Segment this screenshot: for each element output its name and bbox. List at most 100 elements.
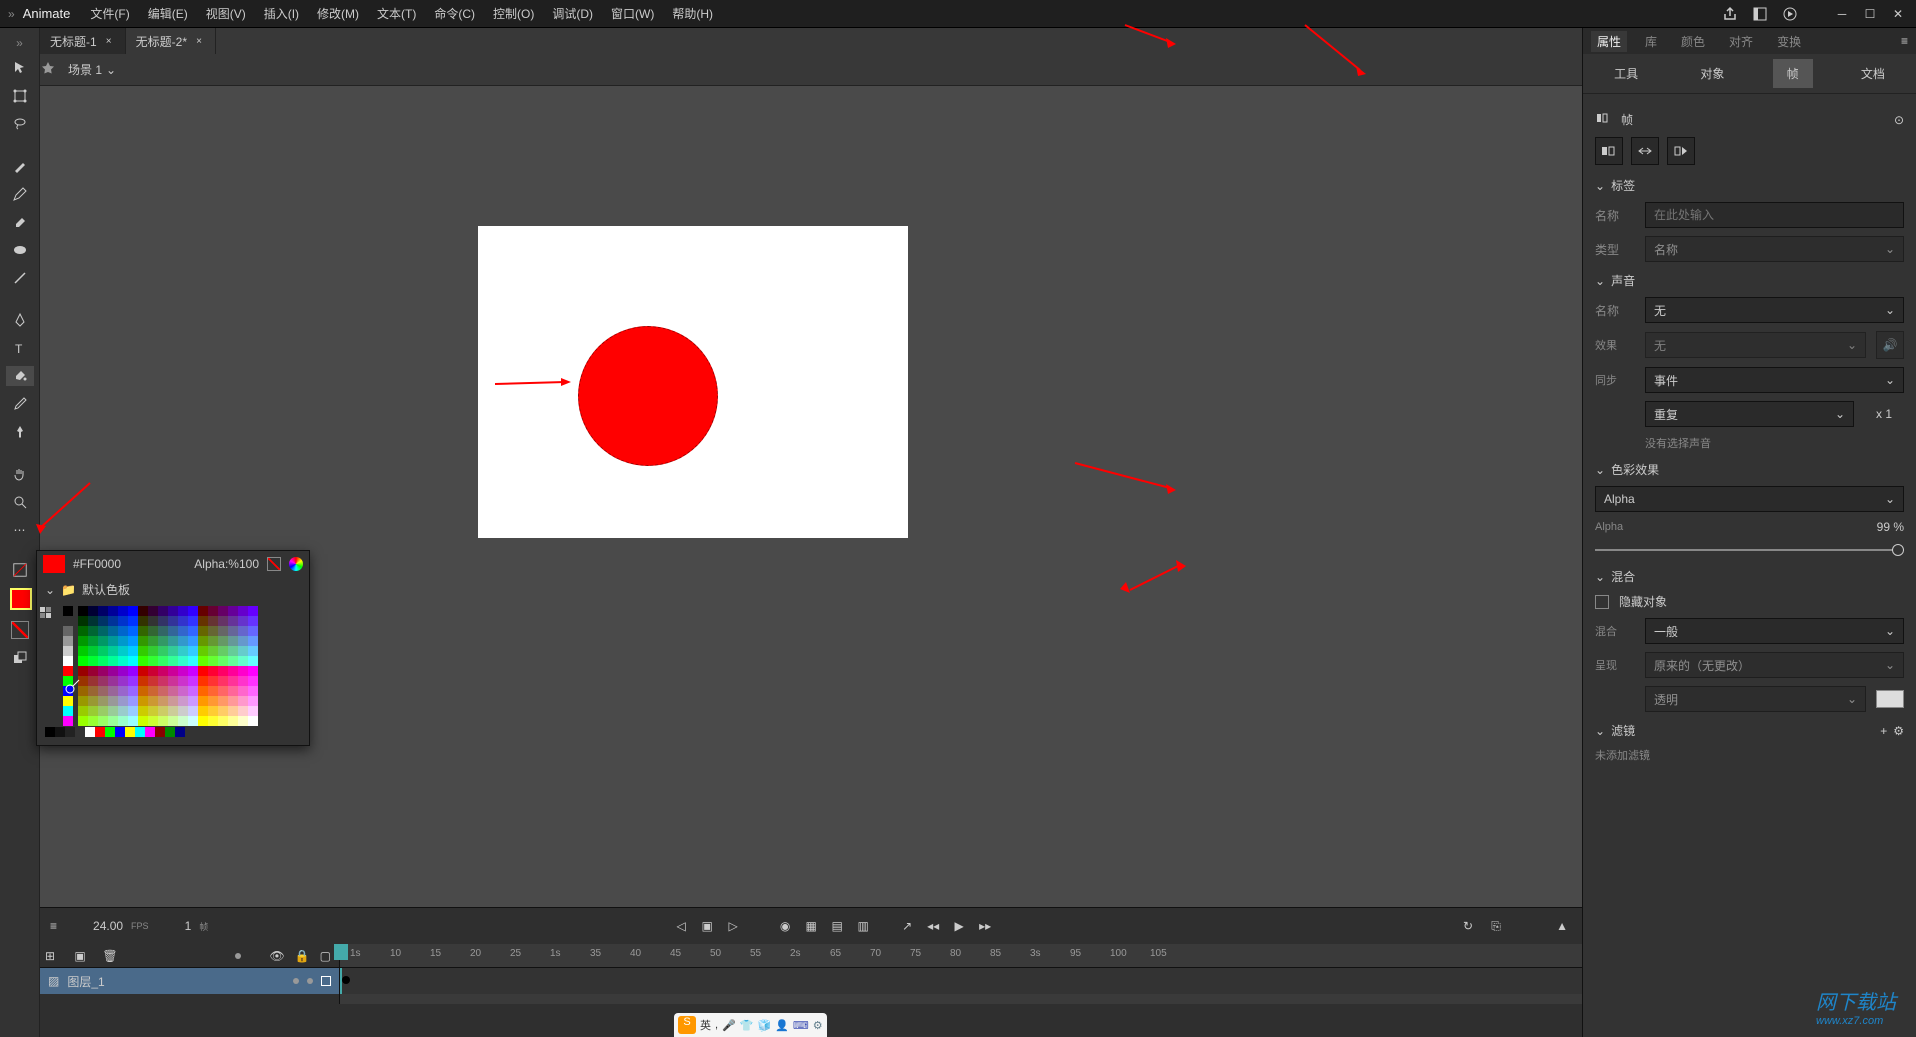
menu-control[interactable]: 控制(O) — [489, 3, 538, 24]
fps-value[interactable]: 24.00 — [93, 919, 123, 933]
more-tools[interactable]: ⋯ — [6, 520, 34, 540]
center-frame-icon[interactable]: ▥ — [853, 916, 873, 936]
hand-tool[interactable] — [6, 464, 34, 484]
tween-icon2[interactable] — [1631, 137, 1659, 165]
sound-repeat-select[interactable]: 重复⌄ — [1645, 401, 1854, 427]
zoom-timeline-icon[interactable]: ▲ — [1552, 916, 1572, 936]
menu-view[interactable]: 视图(V) — [202, 3, 250, 24]
subtab-frame[interactable]: 帧 — [1773, 59, 1813, 88]
panel-tab-align[interactable]: 对齐 — [1723, 31, 1759, 52]
goto-last-icon[interactable]: ▷ — [723, 916, 743, 936]
add-layer-icon[interactable]: ⊞ — [40, 946, 60, 966]
sound-sync-select[interactable]: 事件⌄ — [1645, 367, 1904, 393]
menu-debug[interactable]: 调试(D) — [548, 3, 597, 24]
hide-object-checkbox[interactable] — [1595, 595, 1609, 609]
chevron-down-icon[interactable]: ⌄ — [45, 583, 55, 597]
ime-acc-icon[interactable]: 👤 — [775, 1019, 789, 1032]
share-icon[interactable] — [1722, 6, 1738, 22]
lock-header-icon[interactable]: 🔒 — [295, 949, 310, 963]
panel-menu-icon[interactable]: ≡ — [1901, 34, 1908, 48]
panel-tab-transform[interactable]: 变换 — [1771, 31, 1807, 52]
panel-tab-library[interactable]: 库 — [1639, 31, 1663, 52]
selection-tool[interactable] — [6, 58, 34, 78]
highlight-dot[interactable] — [235, 953, 241, 959]
menu-edit[interactable]: 编辑(E) — [144, 3, 192, 24]
workspace-icon[interactable] — [1752, 6, 1768, 22]
panel-tab-properties[interactable]: 属性 — [1591, 31, 1627, 52]
visibility-dot[interactable] — [293, 978, 299, 984]
repeat-count[interactable]: x 1 — [1864, 407, 1904, 421]
pin-tool[interactable] — [6, 422, 34, 442]
outline-header-icon[interactable]: ▢ — [320, 949, 331, 963]
tween-icon3[interactable] — [1667, 137, 1695, 165]
color-wheel-icon[interactable] — [289, 557, 303, 571]
transparent-select[interactable]: 透明⌄ — [1645, 686, 1866, 712]
section-filter[interactable]: ⌄滤镜 + ⚙ — [1595, 722, 1904, 739]
color-effect-select[interactable]: Alpha⌄ — [1595, 486, 1904, 512]
menu-insert[interactable]: 插入(I) — [260, 3, 303, 24]
brush-tool[interactable] — [6, 156, 34, 176]
ime-skin-icon[interactable]: 👕 — [740, 1019, 754, 1032]
tab-doc2[interactable]: 无标题-2*× — [126, 28, 216, 54]
free-transform-tool[interactable] — [6, 86, 34, 106]
menu-commands[interactable]: 命令(C) — [430, 3, 479, 24]
render-select[interactable]: 原来的（无更改）⌄ — [1645, 652, 1904, 678]
blend-mode-select[interactable]: 一般⌄ — [1645, 618, 1904, 644]
goto-first-icon[interactable]: ◁ — [671, 916, 691, 936]
add-folder-icon[interactable]: ▣ — [70, 946, 90, 966]
keyframe[interactable] — [342, 976, 350, 984]
section-label[interactable]: ⌄标签 — [1595, 177, 1904, 194]
menu-text[interactable]: 文本(T) — [373, 3, 420, 24]
tween-icon1[interactable] — [1595, 137, 1623, 165]
ime-lang[interactable]: 英 — [700, 1017, 711, 1033]
help-icon[interactable]: ⊙ — [1894, 113, 1904, 127]
text-tool[interactable]: T — [6, 338, 34, 358]
swatch-folder-name[interactable]: 默认色板 — [82, 581, 130, 598]
layer-row[interactable]: ▨ 图层_1 — [40, 968, 339, 994]
menu-window[interactable]: 窗口(W) — [607, 3, 658, 24]
play-icon[interactable] — [1782, 6, 1798, 22]
section-blend[interactable]: ⌄混合 — [1595, 568, 1904, 585]
no-color[interactable] — [6, 620, 34, 640]
edit-multiple-icon[interactable]: ▦ — [801, 916, 821, 936]
stroke-color[interactable] — [6, 560, 34, 580]
scene-label[interactable]: 场景 1 — [68, 61, 102, 78]
layer-track[interactable] — [340, 968, 1582, 994]
collapse-icon[interactable]: » — [8, 7, 15, 21]
play-button[interactable]: ▶ — [949, 916, 969, 936]
subtab-tool[interactable]: 工具 — [1600, 59, 1652, 88]
zoom-tool[interactable] — [6, 492, 34, 512]
filter-options-icon[interactable]: ⚙ — [1893, 724, 1904, 738]
insert-keyframe-icon[interactable]: ▣ — [697, 916, 717, 936]
close-icon[interactable]: × — [193, 35, 205, 47]
timeline-ruler[interactable]: 1s101520251s35404550552s65707580853s9510… — [340, 944, 1582, 1004]
export-icon[interactable]: ↗ — [897, 916, 917, 936]
swatch-grid[interactable] — [37, 602, 309, 745]
subtab-object[interactable]: 对象 — [1686, 59, 1738, 88]
lock-dot[interactable] — [307, 978, 313, 984]
close-button[interactable]: ✕ — [1888, 7, 1908, 21]
ime-mic-icon[interactable]: 🎤 — [722, 1019, 736, 1032]
menu-modify[interactable]: 修改(M) — [313, 3, 363, 24]
label-name-input[interactable] — [1645, 202, 1904, 228]
panel-tab-color[interactable]: 颜色 — [1675, 31, 1711, 52]
close-icon[interactable]: × — [103, 35, 115, 47]
line-tool[interactable] — [6, 268, 34, 288]
menu-file[interactable]: 文件(F) — [86, 3, 133, 24]
current-color-swatch[interactable] — [43, 555, 65, 573]
menu-help[interactable]: 帮助(H) — [668, 3, 717, 24]
transparent-color-swatch[interactable] — [1876, 690, 1904, 708]
step-back-icon[interactable]: ◂◂ — [923, 916, 943, 936]
eraser-tool[interactable] — [6, 212, 34, 232]
ime-keyboard-icon[interactable]: ⌨ — [793, 1019, 809, 1032]
tab-doc1[interactable]: 无标题-1× — [40, 28, 126, 54]
alpha-slider[interactable] — [1595, 542, 1904, 558]
onion-skin-icon[interactable]: ◉ — [775, 916, 795, 936]
loop-icon[interactable]: ↻ — [1458, 916, 1478, 936]
step-forward-icon[interactable]: ▸▸ — [975, 916, 995, 936]
stage[interactable] — [478, 226, 908, 538]
layer-name[interactable]: 图层_1 — [67, 973, 104, 990]
swap-colors[interactable] — [6, 648, 34, 668]
chevron-down-icon[interactable]: ⌄ — [102, 60, 120, 80]
sound-name-select[interactable]: 无⌄ — [1645, 297, 1904, 323]
